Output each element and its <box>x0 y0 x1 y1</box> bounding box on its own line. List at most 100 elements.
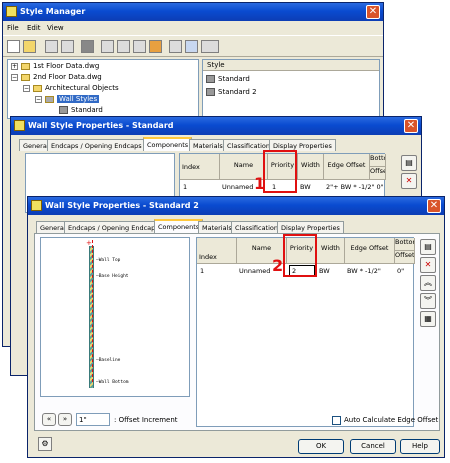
open-icon[interactable] <box>23 40 36 53</box>
offset-increase-button[interactable]: » <box>58 413 72 426</box>
preview-panel: + —Wall Top —Base Height —Baseline —Wall… <box>40 237 190 397</box>
style-icon <box>206 88 215 96</box>
toggle-view-icon[interactable] <box>201 40 219 53</box>
close-button[interactable]: ✕ <box>427 199 441 213</box>
style-icon <box>206 75 215 83</box>
wall-styles-icon <box>45 95 54 103</box>
wall-style-properties-standard-2: Wall Style Properties - Standard 2 ✕ Gen… <box>27 196 445 458</box>
app-icon <box>14 120 25 131</box>
sort-icon[interactable] <box>133 40 146 53</box>
header-index: Index <box>180 154 220 180</box>
toolbar <box>3 35 383 57</box>
app-icon <box>31 200 42 211</box>
window-title: Wall Style Properties - Standard <box>28 121 174 130</box>
tab-endcaps[interactable]: Endcaps / Opening Endcaps <box>47 139 146 151</box>
callout-number-2: 2 <box>272 256 284 275</box>
cell-edge-offset[interactable]: BW * -1/2" <box>347 267 381 275</box>
offset-increment-label: : Offset Increment <box>114 416 178 424</box>
add-component-button[interactable]: ▤ <box>401 155 417 171</box>
menu-view[interactable]: View <box>47 24 64 32</box>
compare-icon[interactable] <box>169 40 182 53</box>
cell-name[interactable]: Unnamed <box>222 183 253 191</box>
offset-decrease-button[interactable]: « <box>42 413 56 426</box>
cell-name[interactable]: Unnamed <box>239 267 270 275</box>
menu-bar: File Edit View <box>3 21 383 35</box>
paste-icon[interactable] <box>61 40 74 53</box>
tab-components[interactable]: Components <box>154 219 204 233</box>
new-icon[interactable] <box>7 40 20 53</box>
label-base-height: —Base Height <box>96 274 129 279</box>
window-title: Wall Style Properties - Standard 2 <box>45 201 199 210</box>
list-item-standard[interactable]: Standard <box>206 75 250 83</box>
header-bottom: Bottom <box>370 154 386 167</box>
folder-icon <box>33 84 42 92</box>
header-width: Width <box>298 154 324 180</box>
ok-button[interactable]: OK <box>298 439 344 454</box>
tab-display-properties[interactable]: Display Properties <box>277 221 344 233</box>
cell-width[interactable]: BW <box>319 267 330 275</box>
tree-style-standard[interactable]: Standard <box>59 106 103 114</box>
remove-component-button[interactable]: ✕ <box>420 257 436 273</box>
add-component-button[interactable]: ▤ <box>420 239 436 255</box>
header-edge-offset: Edge Offset <box>345 238 395 264</box>
priority-highlight-2 <box>283 234 317 277</box>
move-up-icon[interactable]: ︽ <box>420 275 436 291</box>
tab-materials[interactable]: Materials <box>189 139 227 151</box>
edit-style-icon[interactable] <box>101 40 114 53</box>
header-edge-offset: Edge Offset <box>324 154 370 180</box>
auto-calc-checkbox[interactable] <box>332 416 341 425</box>
style-manager-titlebar[interactable]: Style Manager ✕ <box>3 3 383 21</box>
purge-icon[interactable] <box>81 40 94 53</box>
priority-highlight-1 <box>263 150 297 193</box>
offset-increment-input[interactable]: 1" <box>76 413 110 426</box>
baseline-line <box>92 240 93 382</box>
cleanup-icon[interactable] <box>149 40 162 53</box>
cell-width[interactable]: BW <box>300 183 311 191</box>
drawing-icon <box>21 62 30 70</box>
auto-calc-label: Auto Calculate Edge Offset <box>344 416 439 424</box>
tab-components[interactable]: Components <box>143 137 193 151</box>
tree-wall-styles[interactable]: − Wall Styles <box>35 95 100 103</box>
baseline-marker-icon: + <box>86 239 92 247</box>
cell-edge-offset[interactable]: 2"+ BW * -1/2" 0" <box>326 183 386 191</box>
label-baseline: —Baseline <box>96 358 121 363</box>
cell-bottom-offset[interactable]: 0" <box>397 267 404 275</box>
component-properties-icon[interactable]: ▦ <box>420 311 436 327</box>
cancel-button[interactable]: Cancel <box>350 439 396 454</box>
help-mode-icon[interactable]: ⚙ <box>38 437 52 451</box>
tab-strip: General Endcaps / Opening Endcaps Compon… <box>36 219 438 233</box>
copy-icon[interactable] <box>45 40 58 53</box>
close-button[interactable]: ✕ <box>404 119 418 133</box>
filter-icon[interactable] <box>185 40 198 53</box>
cell-index: 1 <box>200 267 205 275</box>
tree-file-2[interactable]: −2nd Floor Data.dwg <box>11 73 102 81</box>
help-button[interactable]: Help <box>400 439 440 454</box>
label-wall-bottom: —Wall Bottom <box>96 380 129 385</box>
header-offset: Offset <box>370 167 386 180</box>
list-item-standard-2[interactable]: Standard 2 <box>206 88 257 96</box>
tab-endcaps[interactable]: Endcaps / Opening Endcaps <box>64 221 163 233</box>
move-down-icon[interactable]: ︾ <box>420 293 436 309</box>
drawing-icon <box>21 73 30 81</box>
list-header: Style <box>203 60 379 71</box>
window-title: Style Manager <box>20 7 86 16</box>
header-bottom: Bottom <box>395 238 415 251</box>
titlebar-wsp2[interactable]: Wall Style Properties - Standard 2 ✕ <box>28 197 444 215</box>
tree-panel: +1st Floor Data.dwg −2nd Floor Data.dwg … <box>7 59 199 119</box>
menu-file[interactable]: File <box>7 24 19 32</box>
header-index: Index <box>197 238 237 264</box>
app-icon <box>6 6 17 17</box>
titlebar-wsp1[interactable]: Wall Style Properties - Standard ✕ <box>11 117 421 135</box>
close-button[interactable]: ✕ <box>366 5 380 19</box>
cell-index: 1 <box>183 183 188 191</box>
tree-folder[interactable]: − Architectural Objects <box>23 84 119 92</box>
tree-file-1[interactable]: +1st Floor Data.dwg <box>11 62 99 70</box>
set-from-icon[interactable] <box>117 40 130 53</box>
label-wall-top: —Wall Top <box>96 258 121 263</box>
callout-number-1: 1 <box>254 174 266 193</box>
header-width: Width <box>317 238 345 264</box>
menu-edit[interactable]: Edit <box>27 24 41 32</box>
style-icon <box>59 106 68 114</box>
remove-component-button[interactable]: ✕ <box>401 173 417 189</box>
tab-strip: General Endcaps / Opening Endcaps Compon… <box>19 137 419 151</box>
